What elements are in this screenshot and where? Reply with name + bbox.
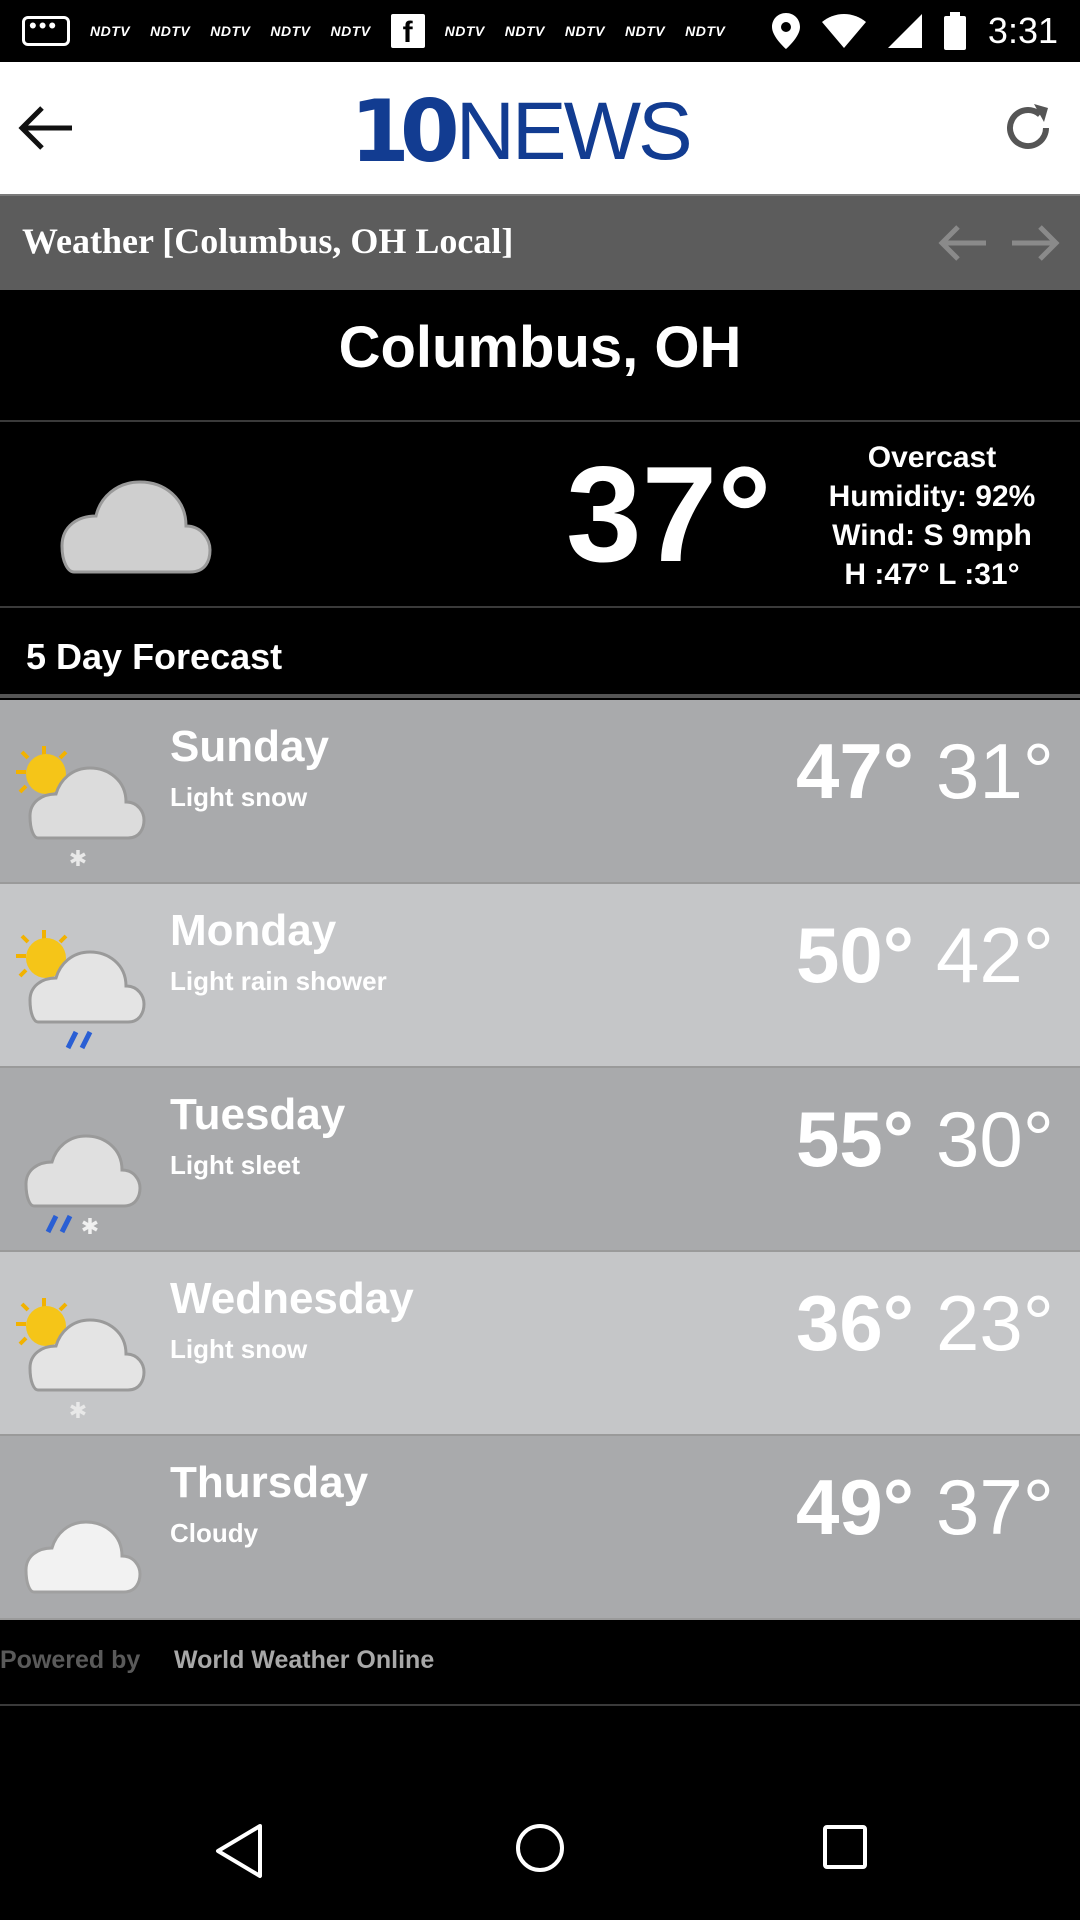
forecast-row[interactable]: ✱ Tuesday Light sleet 55° 30° bbox=[0, 1068, 1080, 1252]
forecast-low: 31° bbox=[936, 727, 1054, 815]
partly-cloudy-rain-icon bbox=[16, 930, 146, 1050]
forecast-list: ✱ Sunday Light snow 47° 31° Monday Light… bbox=[0, 700, 1080, 1620]
forecast-condition: Light snow bbox=[170, 1334, 308, 1364]
ndtv-icon: NDTV bbox=[150, 23, 191, 39]
forecast-header: 5 Day Forecast bbox=[0, 608, 1080, 698]
forecast-day: Wednesday bbox=[170, 1274, 414, 1323]
ndtv-icon: NDTV bbox=[270, 23, 311, 39]
ndtv-icon: NDTV bbox=[504, 23, 545, 39]
attribution-source-link[interactable]: World Weather Online bbox=[174, 1646, 434, 1675]
forecast-row[interactable]: Thursday Cloudy 49° 37° bbox=[0, 1436, 1080, 1620]
forecast-condition: Light snow bbox=[170, 782, 308, 812]
ndtv-icon: NDTV bbox=[90, 23, 131, 39]
previous-arrow-icon[interactable] bbox=[934, 218, 990, 268]
forecast-condition: Cloudy bbox=[170, 1518, 259, 1548]
forecast-high: 47° bbox=[796, 727, 914, 815]
city-name: Columbus, OH bbox=[338, 315, 742, 380]
app-logo: 10 NEWS bbox=[350, 82, 720, 182]
facebook-icon: f bbox=[390, 14, 425, 49]
forecast-row[interactable]: Monday Light rain shower 50° 42° bbox=[0, 884, 1080, 1068]
location-icon bbox=[771, 13, 800, 49]
forecast-low: 23° bbox=[936, 1279, 1054, 1367]
powered-by-label: Powered by bbox=[0, 1646, 141, 1674]
current-details: Overcast Humidity: 92% Wind: S 9mph H :4… bbox=[812, 438, 1052, 594]
forecast-low: 37° bbox=[936, 1463, 1054, 1551]
svg-text:✱: ✱ bbox=[69, 1399, 87, 1422]
forecast-low: 30° bbox=[936, 1095, 1054, 1183]
cloud-sleet-icon: ✱ bbox=[24, 1134, 142, 1238]
forecast-day: Tuesday bbox=[170, 1090, 346, 1139]
cloud-icon bbox=[60, 480, 212, 574]
forecast-row[interactable]: ✱ Sunday Light snow 47° 31° bbox=[0, 700, 1080, 884]
attribution: Powered by World Weather Online bbox=[0, 1620, 1080, 1706]
forecast-condition: Light rain shower bbox=[170, 966, 387, 996]
recent-apps-square-icon[interactable] bbox=[822, 1824, 868, 1870]
partly-cloudy-snow-icon: ✱ bbox=[16, 1298, 146, 1422]
forecast-condition: Light sleet bbox=[170, 1150, 301, 1180]
logo-number: 10 bbox=[350, 82, 460, 182]
svg-text:✱: ✱ bbox=[81, 1215, 99, 1238]
humidity: Humidity: 92% bbox=[828, 480, 1036, 513]
section-title-bar: Weather [Columbus, OH Local] bbox=[0, 194, 1080, 290]
forecast-high: 36° bbox=[796, 1279, 914, 1367]
forecast-high: 55° bbox=[796, 1095, 914, 1183]
ndtv-icon: NDTV bbox=[444, 23, 485, 39]
cloud-icon bbox=[24, 1520, 142, 1594]
system-icons: 3:31 bbox=[771, 0, 1058, 62]
forecast-high: 49° bbox=[796, 1463, 914, 1551]
ndtv-icon: NDTV bbox=[210, 23, 251, 39]
forecast-row[interactable]: ✱ Wednesday Light snow 36° 23° bbox=[0, 1252, 1080, 1436]
ndtv-icon: NDTV bbox=[685, 23, 726, 39]
clock: 3:31 bbox=[987, 10, 1058, 51]
current-temperature: 37° bbox=[566, 438, 772, 590]
wifi-icon bbox=[821, 14, 866, 48]
logo-text: NEWS bbox=[455, 86, 693, 177]
partly-cloudy-snow-icon: ✱ bbox=[16, 746, 146, 870]
high-low: H :47° L :31° bbox=[844, 558, 1020, 591]
ndtv-icon: NDTV bbox=[564, 23, 605, 39]
forecast-day: Thursday bbox=[170, 1458, 369, 1507]
forecast-day: Sunday bbox=[170, 722, 329, 771]
svg-text:✱: ✱ bbox=[69, 847, 87, 870]
current-condition: Overcast bbox=[867, 441, 997, 474]
status-bar: NDTV NDTV NDTV NDTV NDTV f NDTV NDTV NDT… bbox=[0, 0, 1080, 62]
ndtv-icon: NDTV bbox=[625, 23, 666, 39]
app-bar: 10 NEWS bbox=[0, 62, 1080, 194]
system-navigation-bar bbox=[0, 1780, 1080, 1920]
current-conditions: 37° Overcast Humidity: 92% Wind: S 9mph … bbox=[0, 424, 1080, 608]
forecast-low: 42° bbox=[936, 911, 1054, 999]
location-header: Columbus, OH bbox=[0, 290, 1080, 422]
notification-icons: NDTV NDTV NDTV NDTV NDTV f NDTV NDTV NDT… bbox=[22, 0, 725, 62]
section-title: Weather [Columbus, OH Local] bbox=[22, 221, 514, 261]
refresh-icon[interactable] bbox=[998, 98, 1058, 158]
home-circle-icon[interactable] bbox=[514, 1822, 566, 1874]
back-arrow-icon[interactable] bbox=[16, 102, 76, 154]
screen: NDTV NDTV NDTV NDTV NDTV f NDTV NDTV NDT… bbox=[0, 0, 1080, 1920]
chat-icon bbox=[22, 13, 70, 46]
next-arrow-icon[interactable] bbox=[1008, 218, 1064, 268]
wind: Wind: S 9mph bbox=[832, 519, 1032, 552]
battery-icon bbox=[943, 12, 966, 50]
forecast-high: 50° bbox=[796, 911, 914, 999]
forecast-day: Monday bbox=[170, 906, 337, 955]
ndtv-icon: NDTV bbox=[330, 23, 371, 39]
signal-icon bbox=[887, 14, 922, 48]
back-triangle-icon[interactable] bbox=[212, 1822, 264, 1880]
forecast-heading: 5 Day Forecast bbox=[26, 636, 283, 677]
